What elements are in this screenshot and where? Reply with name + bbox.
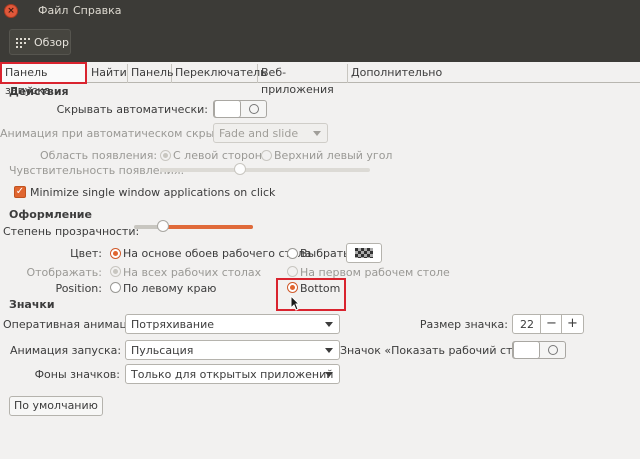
mouse-pointer-icon bbox=[290, 295, 300, 311]
tab-switcher[interactable]: Переключатель bbox=[172, 64, 267, 83]
icon-size-value[interactable]: 22 bbox=[520, 318, 534, 331]
overview-grid-icon bbox=[16, 38, 30, 48]
display-label: Отображать: bbox=[26, 266, 102, 279]
urgent-animation-dropdown[interactable]: Потряхивание bbox=[125, 314, 340, 334]
tab-bar: Панель запуска Найти Панель Переключател… bbox=[0, 62, 640, 97]
autohide-animation-label: Анимация при автоматическом скрытии: bbox=[0, 127, 239, 140]
tab-launcher[interactable]: Панель запуска bbox=[0, 62, 87, 97]
close-window-button[interactable]: × bbox=[4, 4, 18, 18]
autohide-switch[interactable] bbox=[213, 100, 267, 118]
position-left-label: По левому краю bbox=[123, 282, 217, 295]
icon-size-label: Размер значка: bbox=[419, 318, 508, 331]
position-bottom-radio[interactable] bbox=[287, 282, 298, 293]
chevron-down-icon bbox=[325, 348, 333, 353]
slider-handle[interactable] bbox=[234, 163, 246, 175]
slider-handle[interactable] bbox=[157, 220, 169, 232]
icon-backgrounds-dropdown[interactable]: Только для открытых приложений bbox=[125, 364, 340, 384]
color-wallpaper-radio[interactable] bbox=[110, 248, 121, 259]
color-choose-radio[interactable] bbox=[287, 248, 298, 259]
switch-off-icon bbox=[548, 345, 558, 355]
display-first-radio[interactable] bbox=[287, 266, 298, 277]
actions-section-title: Действия bbox=[9, 85, 69, 98]
icon-size-spinner[interactable]: 22 − + bbox=[512, 314, 584, 334]
overview-button[interactable]: Обзор bbox=[9, 29, 71, 55]
position-label: Position: bbox=[55, 282, 102, 295]
reveal-left-label: С левой стороны bbox=[173, 149, 271, 162]
reveal-area-label: Область появления: bbox=[40, 149, 158, 162]
slider-fill bbox=[163, 225, 253, 229]
transparency-slider[interactable] bbox=[134, 220, 253, 232]
dropdown-value: Только для открытых приложений bbox=[131, 368, 334, 381]
switch-off-icon bbox=[249, 104, 259, 114]
display-all-label: На всех рабочих столах bbox=[123, 266, 262, 279]
increment-button[interactable]: + bbox=[561, 315, 583, 333]
dropdown-value: Потряхивание bbox=[131, 318, 214, 331]
color-wallpaper-label: На основе обоев рабочего стола bbox=[123, 247, 312, 260]
tab-additional[interactable]: Дополнительно bbox=[348, 64, 442, 83]
overview-label: Обзор bbox=[34, 36, 70, 49]
chevron-down-icon bbox=[313, 131, 321, 136]
reset-defaults-button[interactable]: По умолчанию bbox=[9, 396, 103, 416]
show-desktop-label: Значок «Показать рабочий стол»: bbox=[340, 344, 537, 357]
transparency-label: Степень прозрачности: bbox=[3, 225, 140, 238]
appearance-section-title: Оформление bbox=[9, 208, 92, 221]
sensitivity-label: Чувствительность появления: bbox=[9, 164, 185, 177]
position-left-radio[interactable] bbox=[110, 282, 121, 293]
autohide-animation-dropdown[interactable]: Fade and slide bbox=[213, 123, 328, 143]
minimize-label: Minimize single window applications on c… bbox=[30, 186, 276, 199]
decrement-button[interactable]: − bbox=[540, 315, 562, 333]
reveal-left-radio[interactable] bbox=[160, 150, 171, 161]
display-all-radio[interactable] bbox=[110, 266, 121, 277]
minimize-checkbox[interactable]: ✓ bbox=[14, 186, 26, 198]
position-bottom-label: Bottom bbox=[300, 282, 341, 295]
color-picker-button[interactable] bbox=[346, 243, 382, 263]
tab-search[interactable]: Найти bbox=[88, 64, 128, 83]
icon-backgrounds-label: Фоны значков: bbox=[34, 368, 120, 381]
switch-knob bbox=[214, 100, 241, 118]
switch-knob bbox=[513, 341, 540, 359]
tab-panel[interactable]: Панель bbox=[128, 64, 174, 83]
launch-animation-dropdown[interactable]: Пульсация bbox=[125, 340, 340, 360]
reveal-topleft-radio[interactable] bbox=[261, 150, 272, 161]
color-label: Цвет: bbox=[70, 247, 102, 260]
urgent-animation-label: Оперативная анимация: bbox=[3, 318, 145, 331]
chevron-down-icon bbox=[325, 322, 333, 327]
tab-webapps[interactable]: Веб-приложения bbox=[258, 64, 348, 96]
icons-section-title: Значки bbox=[9, 298, 55, 311]
autohide-label: Скрывать автоматически: bbox=[56, 103, 208, 116]
title-bar: × Файл Справка bbox=[0, 0, 640, 22]
show-desktop-switch[interactable] bbox=[512, 341, 566, 359]
dropdown-value: Fade and slide bbox=[219, 127, 299, 140]
sensitivity-slider[interactable] bbox=[160, 163, 370, 175]
chevron-down-icon bbox=[325, 372, 333, 377]
menu-file[interactable]: Файл bbox=[38, 4, 68, 17]
launch-animation-label: Анимация запуска: bbox=[10, 344, 122, 357]
reveal-topleft-label: Верхний левый угол bbox=[274, 149, 393, 162]
menu-help[interactable]: Справка bbox=[73, 4, 121, 17]
dropdown-value: Пульсация bbox=[131, 344, 194, 357]
transparency-swatch-icon bbox=[355, 248, 373, 258]
toolbar: Обзор bbox=[0, 22, 640, 64]
